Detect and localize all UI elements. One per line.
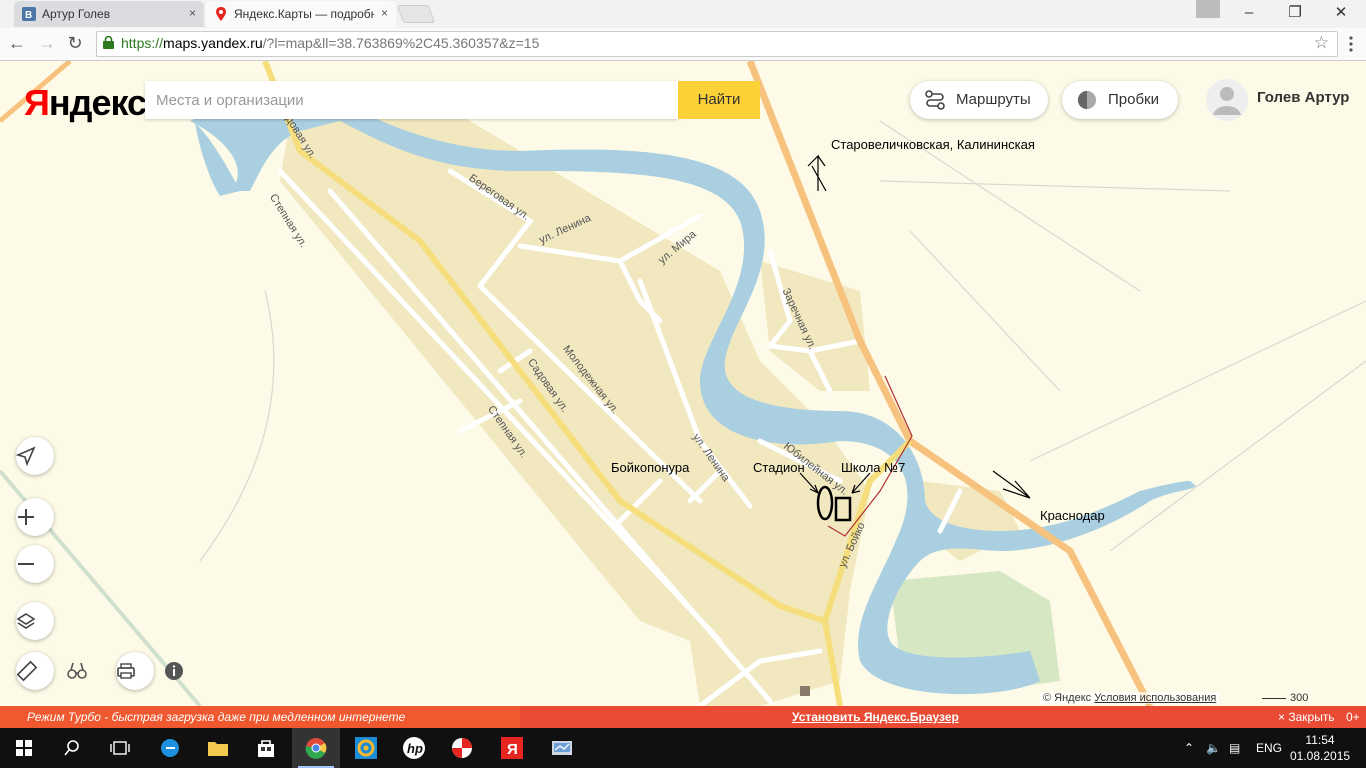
routes-button[interactable]: Маршруты	[910, 81, 1048, 119]
task-view-icon[interactable]	[96, 728, 144, 768]
info-button[interactable]	[164, 653, 200, 689]
reload-icon[interactable]: ↻	[64, 32, 86, 54]
layers-button[interactable]	[16, 602, 54, 640]
clock[interactable]: 11:54 01.08.2015	[1290, 732, 1350, 764]
zoom-in-button[interactable]	[16, 498, 54, 536]
svg-text:hp: hp	[407, 741, 423, 756]
ruler-icon	[16, 660, 38, 682]
tab-title: Яндекс.Карты — подробн	[234, 7, 374, 21]
search-button[interactable]: Найти	[678, 81, 760, 119]
edge-icon[interactable]	[146, 728, 194, 768]
notification-icon[interactable]: ▤	[1229, 728, 1240, 768]
bookmark-star-icon[interactable]: ☆	[1314, 33, 1329, 53]
arrow-north	[807, 154, 827, 192]
turbo-message: Режим Турбо - быстрая загрузка даже при …	[0, 706, 520, 728]
url-field[interactable]: https://maps.yandex.ru/?l=map&ll=38.7638…	[96, 31, 1338, 57]
stadium-label: Стадион	[753, 460, 805, 475]
language-indicator[interactable]: ENG	[1256, 728, 1282, 768]
direction-east-label: Краснодар	[1040, 508, 1105, 523]
minus-icon	[18, 563, 34, 565]
svg-text:B: B	[25, 10, 32, 21]
routes-label: Маршруты	[956, 91, 1031, 108]
user-profile[interactable]: Голев Артур	[1206, 79, 1356, 121]
minimize-button[interactable]: –	[1226, 0, 1272, 28]
printer-icon	[117, 663, 135, 679]
search-box	[145, 81, 678, 119]
profile-icon[interactable]	[1196, 0, 1220, 18]
control-panel-icon[interactable]	[538, 728, 586, 768]
direction-north-label: Старовеличковская, Калининская	[831, 137, 1035, 152]
close-window-button[interactable]: ✕	[1318, 0, 1364, 28]
avatar	[1206, 79, 1248, 121]
tab-close-icon[interactable]: ×	[381, 6, 388, 20]
map-canvas[interactable]: Степная ул. Береговая ул. ул. Ленина ул.…	[0, 61, 1366, 706]
lock-icon	[103, 36, 114, 49]
terms-link[interactable]: Условия использования	[1094, 692, 1216, 704]
yandex-icon[interactable]: Я	[488, 728, 536, 768]
forward-icon[interactable]: →	[36, 32, 58, 54]
print-button[interactable]	[116, 652, 154, 690]
back-icon[interactable]: ←	[6, 32, 28, 54]
volume-icon[interactable]: 🔈	[1206, 728, 1221, 768]
layers-icon	[16, 613, 36, 629]
install-browser-link[interactable]: Установить Яндекс.Браузер	[792, 706, 959, 728]
clock-time: 11:54	[1305, 733, 1335, 747]
tab-close-icon[interactable]: ×	[189, 6, 196, 20]
traffic-button[interactable]: Пробки	[1062, 81, 1178, 119]
map-graphics	[0, 61, 1366, 706]
search-icon[interactable]	[48, 728, 96, 768]
taskbar: hp Я ⌃ 🔈 ▤ ENG 11:54 01.08.2015	[0, 728, 1366, 768]
panorama-button[interactable]	[67, 653, 103, 689]
yandex-maps-pin-icon	[216, 7, 226, 21]
zoom-out-button[interactable]	[16, 545, 54, 583]
age-rating: 0+	[1346, 710, 1360, 724]
hp-icon[interactable]: hp	[390, 728, 438, 768]
binoculars-icon	[67, 662, 87, 679]
village-label: Бойкопонура	[611, 460, 690, 475]
file-explorer-icon[interactable]	[194, 728, 242, 768]
user-name: Голев Артур	[1257, 89, 1350, 106]
maximize-button[interactable]: ❐	[1272, 0, 1318, 28]
new-tab-button[interactable]	[396, 5, 436, 23]
store-icon[interactable]	[242, 728, 290, 768]
turbo-bar: Режим Турбо - быстрая загрузка даже при …	[0, 706, 1366, 728]
route-icon	[925, 90, 945, 110]
mail-agent-icon[interactable]	[342, 728, 390, 768]
url-text: https://maps.yandex.ru/?l=map&ll=38.7638…	[121, 35, 540, 51]
chrome-icon[interactable]	[292, 728, 340, 768]
yandex-logo[interactable]: Яндекс	[24, 82, 147, 124]
copyright: © Яндекс Условия использования	[1040, 692, 1220, 704]
yandex-browser-icon[interactable]	[438, 728, 486, 768]
plus-icon	[18, 509, 34, 525]
address-bar: ← → ↻ https://maps.yandex.ru/?l=map&ll=3…	[0, 28, 1366, 61]
ruler-button[interactable]	[16, 652, 54, 690]
search-input[interactable]	[145, 81, 658, 119]
monument-icon	[800, 686, 810, 696]
traffic-label: Пробки	[1108, 91, 1159, 108]
tab-bar: B Артур Голев × Яндекс.Карты — подробн ×…	[0, 0, 1366, 28]
tray-chevron-icon[interactable]: ⌃	[1184, 728, 1194, 768]
settlement-area	[280, 91, 870, 706]
windows-start-icon[interactable]	[0, 728, 48, 768]
svg-text:Я: Я	[507, 741, 518, 758]
traffic-icon	[1077, 90, 1097, 110]
school-label: Школа №7	[841, 460, 906, 475]
tab-title: Артур Голев	[42, 7, 111, 21]
tab-yandex-maps[interactable]: Яндекс.Карты — подробн ×	[206, 1, 396, 27]
geolocation-button[interactable]	[16, 437, 54, 475]
clock-date: 01.08.2015	[1290, 749, 1351, 763]
location-arrow-icon	[16, 446, 36, 466]
info-icon	[165, 662, 183, 680]
close-link[interactable]: × Закрыть	[1278, 706, 1335, 728]
tab-vk[interactable]: B Артур Голев ×	[14, 1, 204, 27]
menu-icon[interactable]	[1348, 36, 1354, 52]
vk-icon: B	[22, 7, 36, 21]
